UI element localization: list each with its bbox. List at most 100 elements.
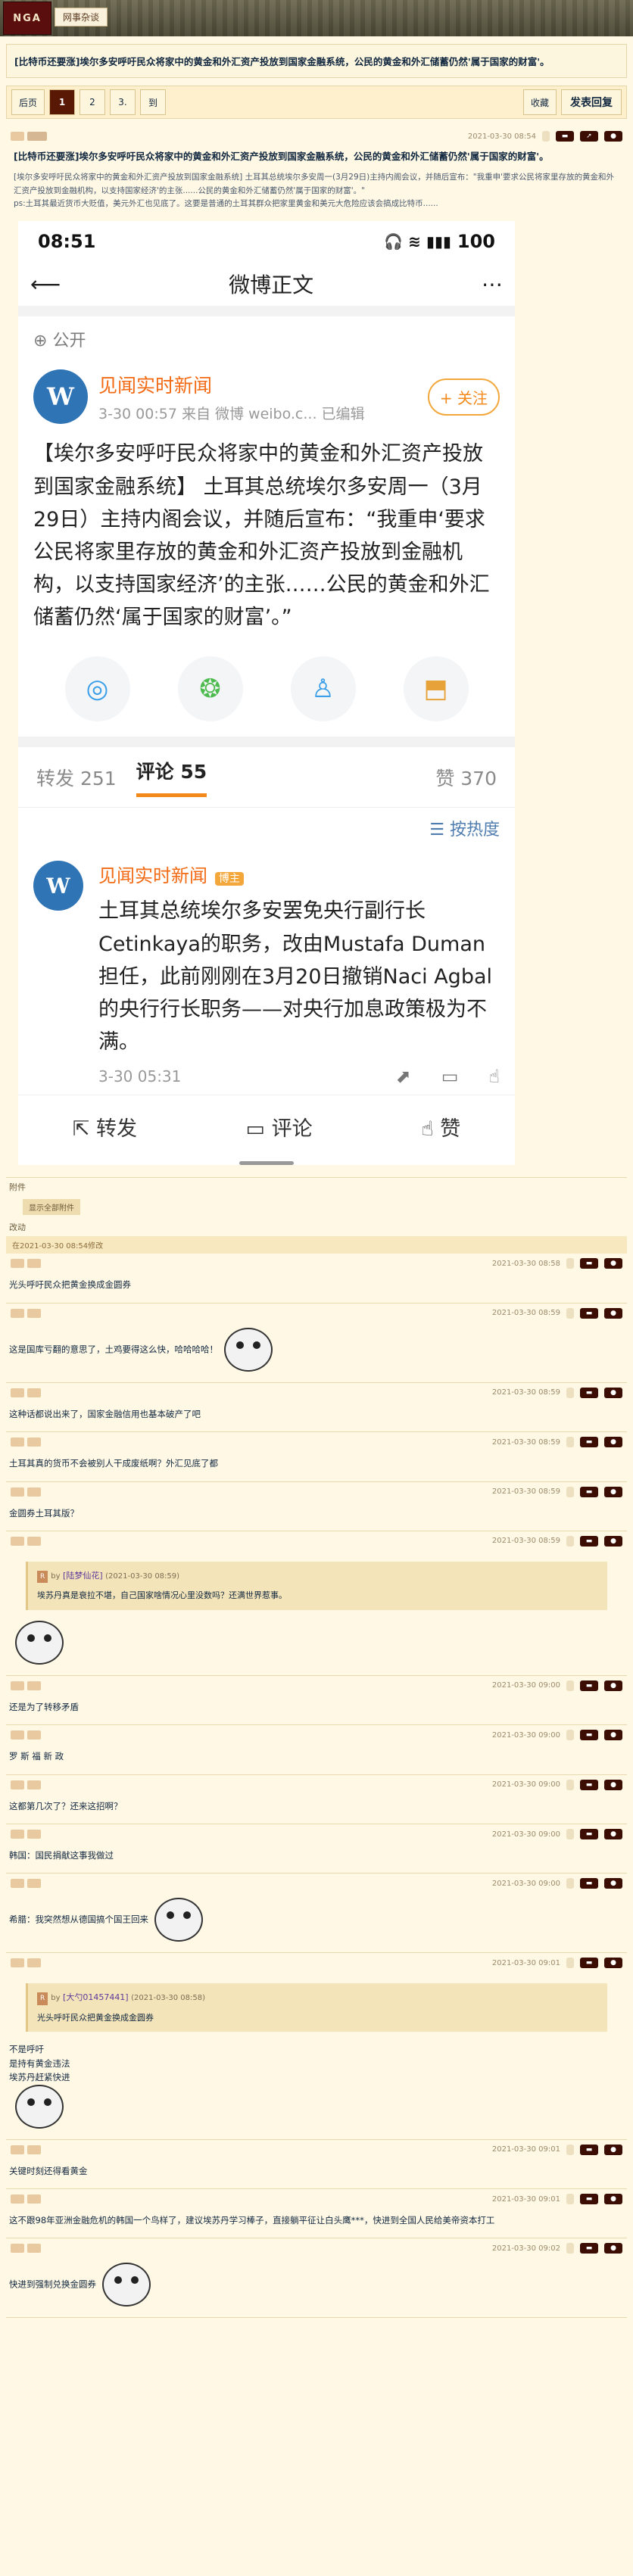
quote-icon[interactable]	[566, 1258, 574, 1269]
avatar[interactable]	[11, 1308, 24, 1318]
avatar[interactable]	[11, 1259, 24, 1269]
quote-icon[interactable]	[566, 2243, 574, 2254]
avatar[interactable]	[11, 1680, 24, 1690]
edit-label: 改动	[9, 1223, 26, 1233]
avatar[interactable]	[11, 1730, 24, 1740]
avatar[interactable]	[11, 1879, 24, 1889]
weibo-username: 见闻实时新闻	[98, 374, 213, 397]
quote-icon[interactable]	[566, 2194, 574, 2205]
quote-author[interactable]: [大勺01457441]	[63, 1992, 129, 2002]
page-2-button[interactable]: 2	[80, 89, 105, 115]
weibo-comment: W 见闻实时新闻 博主 土耳其总统埃尔多安罢免央行副行长Cetinkaya的职务…	[18, 853, 515, 1095]
more-icon[interactable]: ●	[604, 1779, 622, 1790]
avatar[interactable]	[11, 132, 24, 141]
quote-icon[interactable]	[566, 1779, 574, 1790]
reply-post: 2021-03-30 09:00 ▬ ● 这都第几次了？还来这招啊？	[6, 1775, 627, 1825]
avatar[interactable]	[11, 2244, 24, 2254]
page-1-button[interactable]: 1	[49, 89, 75, 115]
post-title: [比特币还要涨]埃尔多安呼吁民众将家中的黄金和外汇资产投放到国家金融系统，公民的…	[14, 151, 549, 162]
avatar[interactable]	[11, 1958, 24, 1968]
reply-body: 希腊：我突然想从德国搞个国王回来	[6, 1893, 627, 1952]
reply-body: Rby [大勺01457441] (2021-03-30 08:58) 光头呼吁民…	[6, 1973, 627, 2138]
more-icon[interactable]: ●	[604, 1258, 622, 1269]
avatar[interactable]	[11, 1438, 24, 1447]
comment-icon[interactable]: ▬	[580, 1437, 598, 1448]
more-icon[interactable]: ●	[604, 2243, 622, 2254]
quote-icon[interactable]	[566, 1958, 574, 1969]
comment-icon[interactable]: ▬	[580, 1829, 598, 1840]
comment-icon[interactable]: ▬	[580, 1680, 598, 1691]
more-icon[interactable]: ●	[604, 1535, 622, 1547]
comment-icon[interactable]: ▬	[580, 2194, 598, 2205]
more-icon[interactable]: ●	[604, 1829, 622, 1840]
comment-icon[interactable]: ▬	[580, 1258, 598, 1269]
reply-post: 2021-03-30 09:01 ▬ ● 关键时刻还得看黄金	[6, 2140, 627, 2190]
avatar[interactable]	[11, 2145, 24, 2154]
quote-icon[interactable]	[566, 1307, 574, 1319]
quote-icon[interactable]	[566, 1878, 574, 1889]
show-attachments-button[interactable]: 显示全部附件	[23, 1199, 80, 1216]
user-level-badge	[27, 1536, 41, 1546]
quote-icon[interactable]	[566, 1829, 574, 1840]
post-header: 2021-03-30 08:59 ▬ ●	[6, 1383, 627, 1403]
avatar[interactable]	[11, 1780, 24, 1789]
comment-icon[interactable]: ▬	[580, 1486, 598, 1497]
comment-icon[interactable]: ▬	[580, 1387, 598, 1398]
comment-icon[interactable]: ▬	[580, 2144, 598, 2155]
reply-text: 希腊：我突然想从德国搞个国王回来	[9, 1914, 148, 1925]
nga-logo[interactable]: NGA	[3, 2, 51, 35]
forum-name[interactable]: 网事杂谈	[55, 8, 108, 26]
comment-icon[interactable]: ▬	[580, 1535, 598, 1547]
comment-icon[interactable]: ▬	[580, 1730, 598, 1741]
quote-icon[interactable]	[566, 1486, 574, 1497]
quote-icon[interactable]	[566, 1680, 574, 1691]
reply-post: 2021-03-30 09:01 ▬ ● 这不跟98年亚洲金融危机的韩国一个鸟样了，建…	[6, 2189, 627, 2239]
more-icon[interactable]: ●	[604, 1486, 622, 1497]
quote-icon[interactable]	[566, 2144, 574, 2155]
more-icon[interactable]: ●	[604, 1680, 622, 1691]
more-icon[interactable]: ●	[604, 1307, 622, 1319]
comment-icon[interactable]: ▬	[556, 131, 574, 142]
comment-icon[interactable]: ▬	[580, 1958, 598, 1969]
more-icon[interactable]: ●	[604, 1730, 622, 1741]
comment-icon[interactable]: ▬	[580, 1307, 598, 1319]
quote-icon[interactable]	[566, 1387, 574, 1398]
page-3-button[interactable]: 3.	[110, 89, 136, 115]
more-icon[interactable]: ●	[604, 1958, 622, 1969]
post-header: 2021-03-30 09:00 ▬ ●	[6, 1874, 627, 1893]
favorite-button[interactable]: 收藏	[523, 89, 557, 115]
reply-button[interactable]: 发表回复	[561, 89, 622, 115]
more-icon[interactable]: ●	[604, 2194, 622, 2205]
post-time: 2021-03-30 09:02	[491, 2244, 560, 2253]
user-level-badge	[27, 1780, 41, 1789]
quote-author[interactable]: [陆梦仙花]	[63, 1571, 103, 1581]
post-lead: [埃尔多安呼吁民众将家中的黄金和外汇资产投放到国家金融系统] 土耳其总统埃尔多安…	[14, 173, 614, 195]
signal-icon: 🎧 ≋ ▮▮▮	[384, 232, 451, 251]
reply-body: 这不跟98年亚洲金融危机的韩国一个鸟样了，建议埃苏丹学习棒子，直接躺平征让白头鹰…	[6, 2209, 627, 2238]
more-icon[interactable]: ●	[604, 1878, 622, 1889]
more-icon[interactable]: ●	[604, 1437, 622, 1448]
share-icon[interactable]: ➚	[580, 131, 598, 142]
more-icon[interactable]: ●	[604, 2144, 622, 2155]
quote-icon[interactable]	[566, 1437, 574, 1448]
reply-body: Rby [陆梦仙花] (2021-03-30 08:59) 埃苏丹真是衰拉不堪，自…	[6, 1551, 627, 1675]
comment-icon[interactable]: ▬	[580, 2243, 598, 2254]
more-icon[interactable]: ●	[604, 1387, 622, 1398]
avatar[interactable]	[11, 2194, 24, 2204]
quote-icon[interactable]	[566, 1535, 574, 1547]
back-button[interactable]: 后页	[11, 89, 45, 115]
avatar[interactable]	[11, 1830, 24, 1839]
reply-body: 光头呼吁民众把黄金换成金圆券	[6, 1273, 627, 1302]
comment-icon[interactable]: ▬	[580, 1779, 598, 1790]
quote-icon[interactable]	[542, 131, 550, 142]
more-icon[interactable]: ●	[604, 131, 622, 142]
goto-page-button[interactable]: 到	[140, 89, 166, 115]
avatar[interactable]	[11, 1536, 24, 1546]
avatar[interactable]	[11, 1487, 24, 1497]
avatar[interactable]	[11, 1388, 24, 1397]
like-action: ☝ 赞	[421, 1117, 461, 1142]
comment-icon[interactable]: ▬	[580, 1878, 598, 1889]
visibility-label: ⊕ 公开	[33, 332, 86, 351]
weibo-meta: 3-30 00:57 来自 微博 weibo.c... 已编辑	[98, 405, 365, 422]
quote-icon[interactable]	[566, 1730, 574, 1741]
